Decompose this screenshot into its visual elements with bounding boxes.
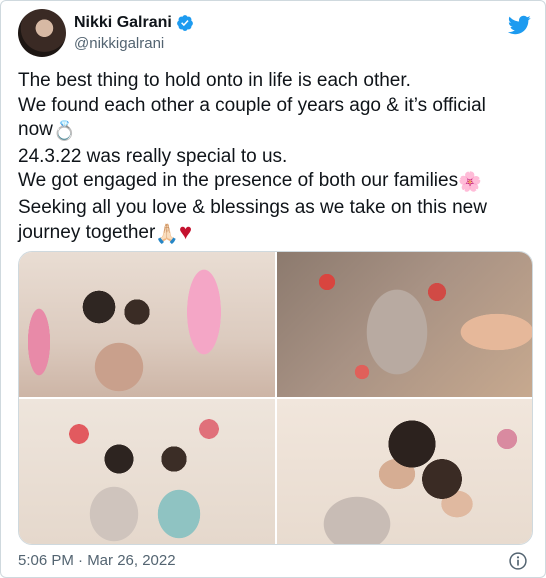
tweet-card: Nikki Galrani @nikkigalrani The best thi… xyxy=(0,0,546,578)
tweet-line: We found each other a couple of years ag… xyxy=(18,94,486,116)
twitter-bird-icon[interactable] xyxy=(507,13,531,37)
tweet-line-with-emoji: now💍 xyxy=(18,118,533,145)
tweet-line: The best thing to hold onto in life is e… xyxy=(18,70,411,91)
tweet-line-with-emoji: We got engaged in the presence of both o… xyxy=(18,169,533,196)
tweet-footer: 5:06 PM · Mar 26, 2022 xyxy=(18,552,528,572)
tweet-line: Seeking all you love & blessings as we t… xyxy=(18,196,487,218)
tweet-header: Nikki Galrani @nikkigalrani xyxy=(18,9,533,59)
heart-emoji-icon: ♥ xyxy=(179,219,193,244)
info-icon[interactable] xyxy=(508,551,528,571)
author-info: Nikki Galrani @nikkigalrani xyxy=(74,14,194,52)
media-grid xyxy=(18,251,533,545)
avatar[interactable] xyxy=(18,9,66,57)
tweet-line-text: now xyxy=(18,119,53,140)
tweet-text: The best thing to hold onto in life is e… xyxy=(18,69,533,248)
display-name-row: Nikki Galrani xyxy=(74,14,194,32)
timestamp[interactable]: 5:06 PM · Mar 26, 2022 xyxy=(18,552,176,569)
photo-3[interactable] xyxy=(19,399,275,544)
tweet-line: 24.3.22 was really special to us. xyxy=(18,145,288,167)
display-name[interactable]: Nikki Galrani xyxy=(74,14,172,32)
tweet-line-with-emoji: journey together🙏🏻♥ xyxy=(18,219,533,248)
tweet-line-text: journey together xyxy=(18,222,156,243)
handle[interactable]: @nikkigalrani xyxy=(74,35,194,52)
photo-4[interactable] xyxy=(277,399,532,544)
verified-badge-icon xyxy=(176,15,193,31)
photo-1[interactable] xyxy=(19,252,275,397)
folded-hands-emoji-icon: 🙏🏻 xyxy=(155,224,179,245)
photo-2[interactable] xyxy=(277,252,532,397)
tweet-line-text: We got engaged in the presence of both o… xyxy=(18,170,459,191)
flower-emoji-icon: 🌸 xyxy=(458,172,482,193)
ring-emoji-icon: 💍 xyxy=(52,121,77,142)
